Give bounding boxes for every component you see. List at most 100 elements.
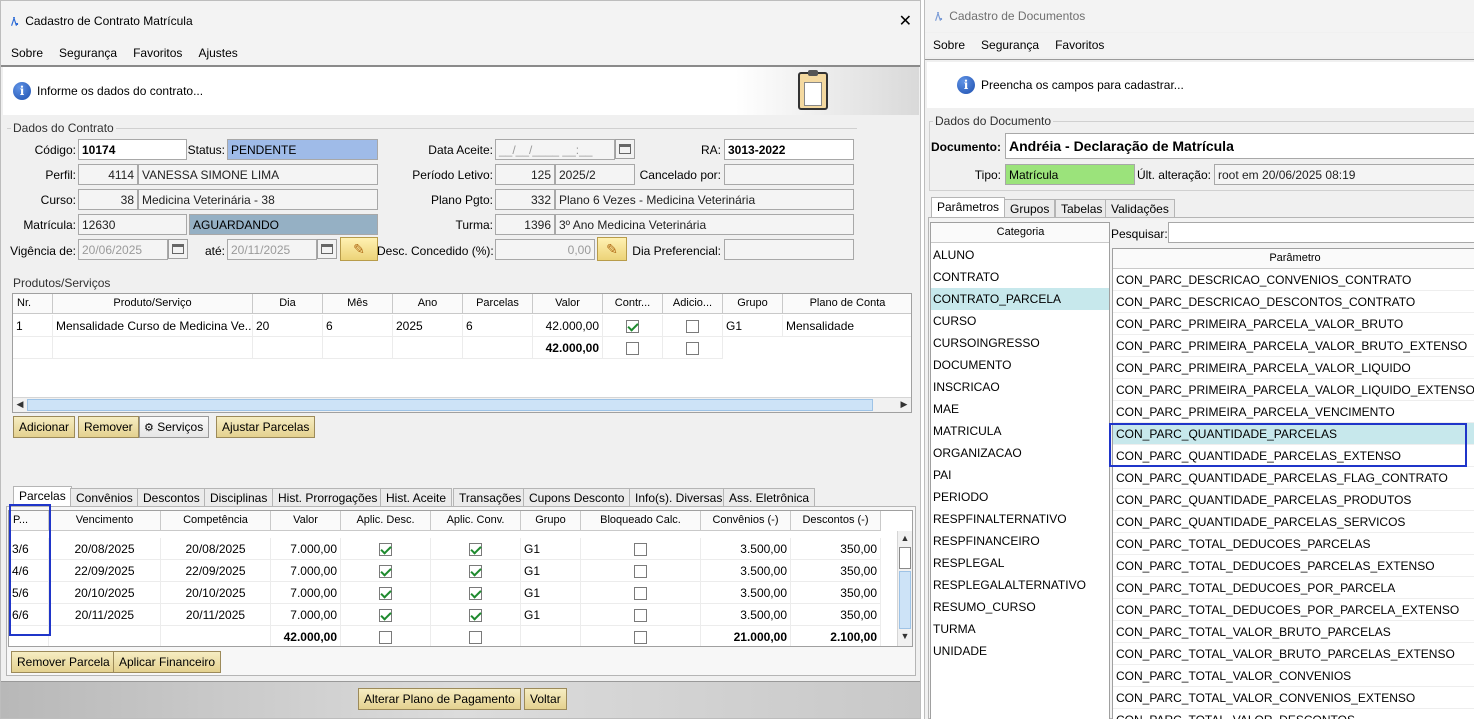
turma-id-field[interactable]: 1396 <box>495 214 555 235</box>
parcelas-header[interactable]: Convênios (-) <box>701 511 791 531</box>
categoria-item[interactable]: UNIDADE <box>931 640 1109 662</box>
categoria-item[interactable]: DOCUMENTO <box>931 354 1109 376</box>
periodo-id-field[interactable]: 125 <box>495 164 555 185</box>
tab-convenios[interactable]: Convênios <box>70 488 139 507</box>
aplic-desc-checkbox[interactable] <box>379 565 392 579</box>
vigencia-de-calendar-icon[interactable] <box>168 239 188 259</box>
parcela-convenios[interactable]: 3.500,00 <box>701 604 791 626</box>
scroll-up-icon[interactable]: ▲ <box>898 533 912 543</box>
codigo-field[interactable]: 10174 <box>78 139 187 160</box>
categoria-item[interactable]: RESPFINANCEIRO <box>931 530 1109 552</box>
parametro-item[interactable]: CON_PARC_QUANTIDADE_PARCELAS_FLAG_CONTRA… <box>1113 467 1474 489</box>
parcela-vencimento[interactable]: 22/09/2025 <box>49 560 161 582</box>
categoria-item[interactable]: MATRICULA <box>931 420 1109 442</box>
parcela-competencia[interactable]: 22/09/2025 <box>161 560 271 582</box>
tab-transacoes[interactable]: Transações <box>453 488 528 507</box>
categoria-item[interactable]: CONTRATO <box>931 266 1109 288</box>
parcela-grupo[interactable]: G1 <box>521 538 581 560</box>
parcelas-header[interactable]: Descontos (-) <box>791 511 881 531</box>
voltar-button[interactable]: Voltar <box>524 688 567 710</box>
parcela-convenios[interactable]: 3.500,00 <box>701 582 791 604</box>
parcela-grupo[interactable]: G1 <box>521 604 581 626</box>
vigencia-de-field[interactable]: 20/06/2025 <box>78 239 168 260</box>
parcela-convenios[interactable]: 3.500,00 <box>701 538 791 560</box>
curso-id-field[interactable]: 38 <box>78 189 138 210</box>
parcela-vencimento[interactable]: 20/08/2025 <box>49 538 161 560</box>
data-aceite-calendar-icon[interactable] <box>615 139 635 159</box>
produto-contr-checkbox[interactable] <box>626 320 639 334</box>
aplic-desc-checkbox[interactable] <box>379 543 392 557</box>
parcela-competencia[interactable]: 20/08/2025 <box>161 538 271 560</box>
parametro-item[interactable]: CON_PARC_TOTAL_VALOR_CONVENIOS <box>1113 665 1474 687</box>
aplic-conv-checkbox[interactable] <box>469 587 482 601</box>
parcela-grupo[interactable]: G1 <box>521 560 581 582</box>
tab-disciplinas[interactable]: Disciplinas <box>204 488 274 507</box>
parametro-item[interactable]: CON_PARC_TOTAL_VALOR_DESCONTOS <box>1113 709 1474 719</box>
menu-sobre[interactable]: Sobre <box>11 46 43 60</box>
produtos-header[interactable]: Mês <box>323 294 393 314</box>
categoria-item[interactable]: CURSO <box>931 310 1109 332</box>
menu-favoritos[interactable]: Favoritos <box>133 46 182 60</box>
parcela-valor[interactable]: 7.000,00 <box>271 582 341 604</box>
parcela-valor[interactable]: 7.000,00 <box>271 560 341 582</box>
categoria-item[interactable]: RESPLEGAL <box>931 552 1109 574</box>
parcela-competencia[interactable]: 20/11/2025 <box>161 604 271 626</box>
categoria-item[interactable]: PAI <box>931 464 1109 486</box>
parametro-item[interactable]: CON_PARC_TOTAL_VALOR_CONVENIOS_EXTENSO <box>1113 687 1474 709</box>
produto-grupo[interactable]: G1 <box>723 315 783 337</box>
pesquisar-input[interactable] <box>1168 222 1474 243</box>
scroll-left-icon[interactable]: ◀ <box>13 399 27 410</box>
categoria-item[interactable]: ALUNO <box>931 244 1109 266</box>
parametro-header[interactable]: Parâmetro <box>1113 249 1474 269</box>
bloqueado-calc-checkbox[interactable] <box>634 587 647 601</box>
parcelas-header[interactable]: Vencimento <box>49 511 161 531</box>
categoria-item[interactable]: RESUMO_CURSO <box>931 596 1109 618</box>
tab-tabelas[interactable]: Tabelas <box>1055 199 1109 218</box>
produtos-header[interactable]: Nr. <box>13 294 53 314</box>
tab-hist-aceite[interactable]: Hist. Aceite <box>380 488 453 507</box>
parcelas-header[interactable]: Aplic. Conv. <box>431 511 521 531</box>
menu-favoritos[interactable]: Favoritos <box>1055 38 1104 52</box>
parametro-item[interactable]: CON_PARC_TOTAL_VALOR_BRUTO_PARCELAS <box>1113 621 1474 643</box>
parcela-competencia[interactable]: 20/10/2025 <box>161 582 271 604</box>
alterar-plano-button[interactable]: Alterar Plano de Pagamento <box>358 688 521 710</box>
aplic-desc-checkbox[interactable] <box>379 587 392 601</box>
documento-field[interactable]: Andréia - Declaração de Matrícula <box>1005 133 1474 159</box>
tab-hist-prorrogacoes[interactable]: Hist. Prorrogações <box>272 488 384 507</box>
categoria-item[interactable]: RESPLEGALALTERNATIVO <box>931 574 1109 596</box>
produto-parcelas[interactable]: 6 <box>463 315 533 337</box>
parametro-item[interactable]: CON_PARC_QUANTIDADE_PARCELAS_PRODUTOS <box>1113 489 1474 511</box>
produtos-hscrollbar[interactable]: ◀ ▶ <box>13 397 911 412</box>
menu-seguranca[interactable]: Segurança <box>59 46 117 60</box>
tab-infos-diversas[interactable]: Info(s). Diversas <box>629 488 729 507</box>
parcela-descontos[interactable]: 350,00 <box>791 560 881 582</box>
edit-desc-pencil-icon[interactable]: ✎ <box>597 237 627 261</box>
menu-seguranca[interactable]: Segurança <box>981 38 1039 52</box>
remover-button[interactable]: Remover <box>78 416 139 438</box>
parcelas-header[interactable]: Aplic. Desc. <box>341 511 431 531</box>
desc-field[interactable]: 0,00 <box>495 239 595 260</box>
produtos-header[interactable]: Ano <box>393 294 463 314</box>
produtos-hscroll-thumb[interactable] <box>27 399 873 411</box>
aplic-conv-checkbox[interactable] <box>469 543 482 557</box>
produto-valor[interactable]: 42.000,00 <box>533 315 603 337</box>
categoria-header[interactable]: Categoria <box>931 223 1109 243</box>
remover-parcela-button[interactable]: Remover Parcela <box>11 651 116 673</box>
produtos-header[interactable]: Contr... <box>603 294 663 314</box>
parcela-descontos[interactable]: 350,00 <box>791 582 881 604</box>
parametro-item[interactable]: CON_PARC_DESCRICAO_DESCONTOS_CONTRATO <box>1113 291 1474 313</box>
tab-descontos[interactable]: Descontos <box>137 488 206 507</box>
parametro-item[interactable]: CON_PARC_TOTAL_DEDUCOES_POR_PARCELA <box>1113 577 1474 599</box>
tab-validacoes[interactable]: Validações <box>1105 199 1175 218</box>
produto-adic-checkbox[interactable] <box>686 320 699 334</box>
menu-ajustes[interactable]: Ajustes <box>198 46 237 60</box>
parametro-item[interactable]: CON_PARC_TOTAL_DEDUCOES_POR_PARCELA_EXTE… <box>1113 599 1474 621</box>
tab-parametros[interactable]: Parâmetros <box>931 197 1006 218</box>
vigencia-ate-calendar-icon[interactable] <box>317 239 337 259</box>
parcela-grupo[interactable]: G1 <box>521 582 581 604</box>
parcela-descontos[interactable]: 350,00 <box>791 538 881 560</box>
categoria-item[interactable]: INSCRICAO <box>931 376 1109 398</box>
tab-cupons-desconto[interactable]: Cupons Desconto <box>523 488 631 507</box>
parcela-convenios[interactable]: 3.500,00 <box>701 560 791 582</box>
tab-grupos[interactable]: Grupos <box>1004 199 1056 218</box>
